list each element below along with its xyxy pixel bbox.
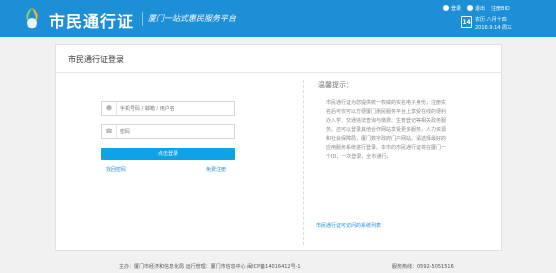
header-divider [142, 12, 143, 26]
service-phone: 服务热线：0592-5051516 [392, 264, 454, 270]
login-button[interactable]: 点击登录 [101, 148, 235, 160]
power-icon [467, 5, 474, 11]
password-field[interactable]: ☎ [101, 124, 235, 139]
site-header: 市民通行证 厦门一站式惠民服务平台 登录 退出 注册BID 14 农历 八月十四… [0, 0, 556, 37]
register-link[interactable]: 免费注册 [206, 166, 226, 173]
username-field[interactable]: ☻ [101, 101, 235, 116]
user-icon [443, 5, 449, 11]
system-list-link[interactable]: 市民通行证可访问的系统列表 [316, 222, 381, 229]
login-card-title: 市民通行证登录 [68, 55, 124, 64]
tips-text: 市民通行证为您提供统一权威的实名电子身份，注册实名后可仅可以方便厦门惠民服务平台… [326, 100, 447, 160]
register-bid-link[interactable]: 注册BID [491, 5, 510, 12]
login-card: 市民通行证登录 ☻ ☎ 点击登录 找回密码 免费注册 温馨提示： 市民通行证为您… [55, 44, 502, 251]
site-title[interactable]: 市民通行证 [49, 8, 134, 32]
forgot-password-link[interactable]: 找回密码 [106, 166, 126, 173]
user-icon: ☻ [102, 102, 117, 115]
calendar-icon: 14 [461, 16, 472, 28]
site-slogan: 厦门一站式惠民服务平台 [148, 14, 236, 23]
lunar-date: 农历 八月十四 [475, 17, 507, 23]
header-links: 登录 退出 注册BID [443, 3, 516, 13]
tips-title: 温馨提示： [318, 81, 353, 89]
current-date: 2016.9.14 周三 [475, 25, 513, 31]
password-input[interactable] [120, 127, 232, 136]
logo-icon [26, 8, 38, 29]
site-footer: 主办：厦门市经济和信息化局 运行管理：厦门市信息中心 闽ICP备14016412… [0, 259, 556, 273]
login-link[interactable]: 登录 [451, 5, 461, 12]
phone-icon: ☎ [102, 125, 117, 138]
vertical-divider [303, 80, 304, 245]
footer-text: 主办：厦门市经济和信息化局 运行管理：厦门市信息中心 闽ICP备14016412… [119, 264, 301, 270]
logout-link[interactable]: 退出 [475, 5, 485, 12]
calendar-day: 14 [462, 19, 471, 26]
card-divider [56, 72, 501, 73]
username-input[interactable] [120, 104, 232, 113]
